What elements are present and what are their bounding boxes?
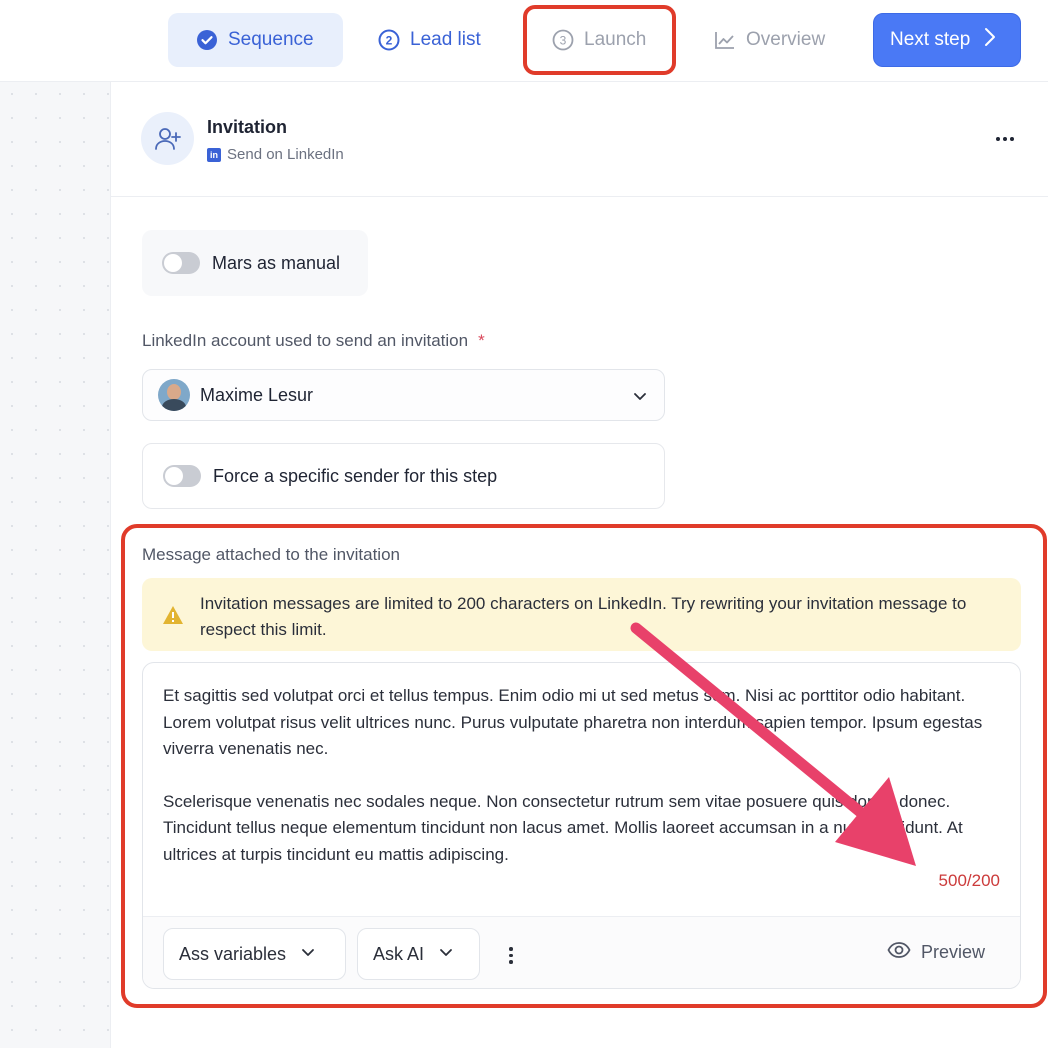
tab-overview[interactable]: Overview: [714, 13, 854, 67]
launch-highlight-box: [523, 5, 676, 75]
manual-toggle-label: Mars as manual: [212, 252, 341, 273]
step-title: Invitation: [207, 117, 287, 137]
required-mark: *: [478, 331, 485, 350]
sender-toggle-label: Force a specific sender for this step: [213, 465, 498, 486]
user-plus-icon: [154, 127, 181, 150]
invitation-step-icon: [141, 112, 194, 165]
dot-icon: [1010, 137, 1014, 141]
account-label-text: LinkedIn account used to send an invitat…: [142, 331, 469, 350]
linkedin-icon: in: [207, 147, 221, 162]
top-nav-bar: Sequence 2 Lead list 3 Launch Overview N…: [0, 0, 1048, 82]
chevron-right-icon: [984, 27, 996, 53]
tab-lead-list[interactable]: 2 Lead list: [378, 13, 508, 67]
sender-toggle-card: Force a specific sender for this step: [142, 443, 665, 509]
step-subtitle: in Send on LinkedIn: [207, 146, 344, 163]
step-subtitle-text: Send on LinkedIn: [227, 146, 344, 163]
next-step-button[interactable]: Next step: [873, 13, 1021, 67]
avatar: [158, 379, 190, 411]
chevron-down-icon: [632, 388, 648, 409]
more-options-button[interactable]: [990, 126, 1020, 152]
sender-toggle[interactable]: [163, 465, 201, 487]
tab-lead-list-label: Lead list: [410, 29, 481, 50]
check-circle-icon: [196, 29, 218, 51]
message-highlight-box: [121, 524, 1047, 1008]
account-select[interactable]: Maxime Lesur: [142, 369, 665, 421]
canvas-background: [0, 82, 110, 1048]
header-divider: [110, 196, 1048, 197]
tab-sequence[interactable]: Sequence: [168, 13, 343, 67]
dot-icon: [996, 137, 1000, 141]
step-number-icon: 2: [378, 29, 400, 51]
tab-sequence-label: Sequence: [228, 29, 314, 50]
account-field-label: LinkedIn account used to send an invitat…: [142, 331, 485, 351]
manual-toggle-card: Mars as manual: [142, 230, 368, 296]
next-step-label: Next step: [890, 29, 971, 50]
tab-overview-label: Overview: [746, 29, 826, 50]
chart-icon: [714, 29, 736, 51]
account-select-value: Maxime Lesur: [200, 384, 314, 405]
dot-icon: [1003, 137, 1007, 141]
lead-step-number: 2: [386, 34, 393, 48]
manual-toggle[interactable]: [162, 252, 200, 274]
